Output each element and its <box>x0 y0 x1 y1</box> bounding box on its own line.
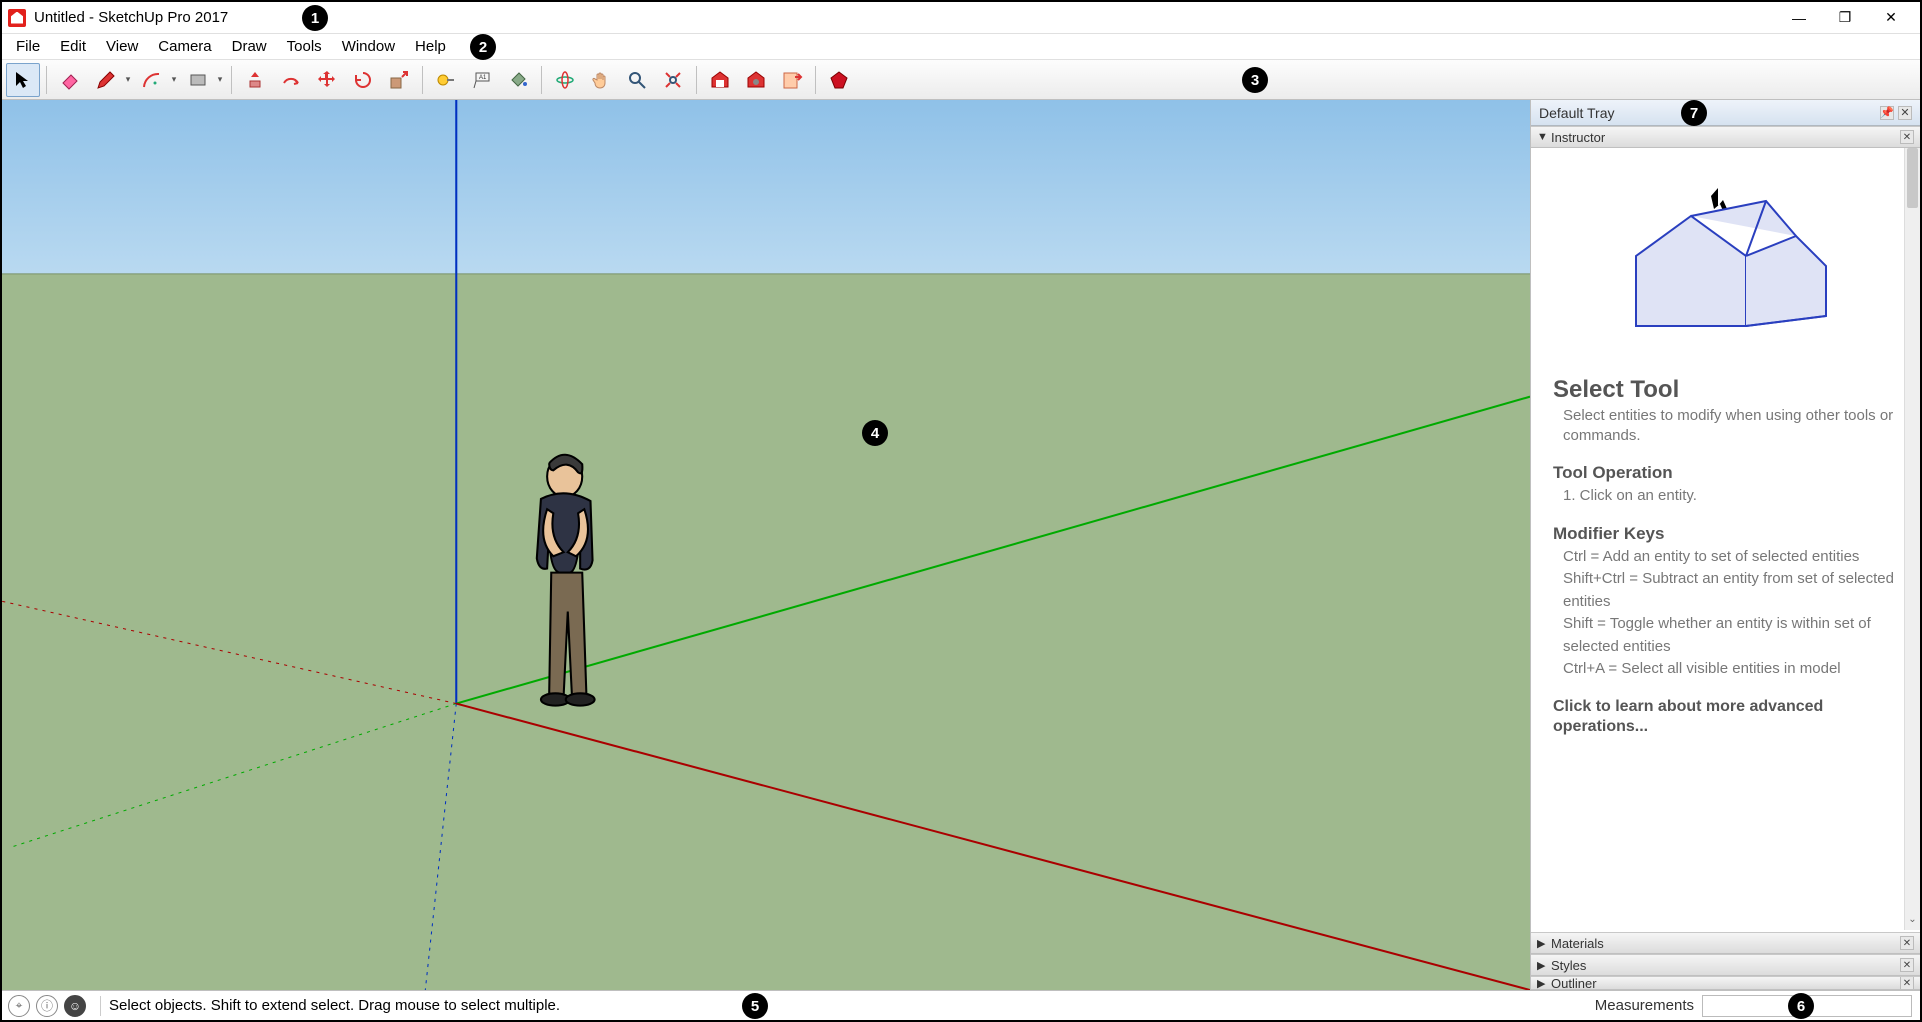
paint-bucket-tool[interactable] <box>501 63 535 97</box>
3d-warehouse-tool[interactable] <box>703 63 737 97</box>
status-bar: ⌖ ⓘ ☺ Select objects. Shift to extend se… <box>2 990 1920 1020</box>
styles-title: Styles <box>1551 958 1586 973</box>
materials-title: Materials <box>1551 936 1604 951</box>
rectangle-tool[interactable] <box>181 63 215 97</box>
app-icon <box>8 9 26 27</box>
scroll-down-icon[interactable]: ⌄ <box>1905 914 1920 930</box>
callout-2: 2 <box>470 34 496 60</box>
tray-pin-icon[interactable]: 📌 <box>1880 106 1894 120</box>
zoom-extents-tool[interactable] <box>656 63 690 97</box>
main-area: 4 Default Tray 📌 ✕ 7 ▼ Instructor ✕ <box>2 100 1920 990</box>
minimize-button[interactable]: — <box>1776 3 1822 33</box>
collapse-icon: ▼ <box>1537 131 1551 143</box>
instructor-heading: Select Tool <box>1553 376 1898 404</box>
pencil-dropdown[interactable]: ▾ <box>123 74 133 85</box>
menu-camera[interactable]: Camera <box>148 36 221 57</box>
menu-bar: File Edit View Camera Draw Tools Window … <box>2 34 1920 60</box>
outliner-close-icon[interactable]: ✕ <box>1900 976 1914 990</box>
styles-close-icon[interactable]: ✕ <box>1900 958 1914 972</box>
instructor-close-icon[interactable]: ✕ <box>1900 130 1914 144</box>
instructor-panel-body: Select Tool Select entities to modify wh… <box>1531 148 1920 932</box>
tray-scrollbar[interactable]: ⌄ <box>1904 148 1920 930</box>
styles-panel-header[interactable]: ▶ Styles ✕ <box>1531 954 1920 976</box>
menu-draw[interactable]: Draw <box>222 36 277 57</box>
expand-icon: ▶ <box>1537 959 1551 972</box>
learn-more-link[interactable]: Click to learn about more advanced opera… <box>1553 697 1898 739</box>
tray-header[interactable]: Default Tray 📌 ✕ <box>1531 100 1920 126</box>
menu-window[interactable]: Window <box>332 36 405 57</box>
status-hint: Select objects. Shift to extend select. … <box>109 997 560 1014</box>
outliner-panel-header[interactable]: ▶ Outliner ✕ <box>1531 976 1920 990</box>
zoom-tool[interactable] <box>620 63 654 97</box>
callout-3: 3 <box>1242 67 1268 93</box>
outliner-title: Outliner <box>1551 976 1597 990</box>
materials-close-icon[interactable]: ✕ <box>1900 936 1914 950</box>
menu-tools[interactable]: Tools <box>277 36 332 57</box>
maximize-button[interactable]: ❐ <box>1822 3 1868 33</box>
text-tool[interactable]: A1 <box>465 63 499 97</box>
svg-text:A1: A1 <box>479 75 487 81</box>
ruby-extension-tool[interactable] <box>822 63 856 97</box>
menu-help[interactable]: Help <box>405 36 456 57</box>
expand-icon: ▶ <box>1537 937 1551 950</box>
move-tool[interactable] <box>310 63 344 97</box>
arc-tool[interactable] <box>135 63 169 97</box>
credits-icon[interactable]: ⓘ <box>36 995 58 1017</box>
select-tool[interactable] <box>6 63 40 97</box>
measurements-input[interactable] <box>1702 995 1912 1017</box>
drawing-viewport[interactable]: 4 <box>2 100 1530 990</box>
tray-title: Default Tray <box>1539 105 1614 121</box>
scene-canvas <box>2 100 1530 990</box>
geolocation-icon[interactable]: ⌖ <box>8 995 30 1017</box>
send-to-layout-tool[interactable] <box>775 63 809 97</box>
modifier-keys-text: Ctrl = Add an entity to set of selected … <box>1563 546 1898 681</box>
instructor-panel-header[interactable]: ▼ Instructor ✕ <box>1531 126 1920 148</box>
window-title: Untitled - SketchUp Pro 2017 <box>34 9 228 26</box>
menu-edit[interactable]: Edit <box>50 36 96 57</box>
title-bar: Untitled - SketchUp Pro 2017 1 — ❐ ✕ <box>2 2 1920 34</box>
tray-close-icon[interactable]: ✕ <box>1898 106 1912 120</box>
eraser-tool[interactable] <box>53 63 87 97</box>
default-tray: Default Tray 📌 ✕ 7 ▼ Instructor ✕ <box>1530 100 1920 990</box>
arc-dropdown[interactable]: ▾ <box>169 74 179 85</box>
rotate-tool[interactable] <box>346 63 380 97</box>
extension-warehouse-tool[interactable] <box>739 63 773 97</box>
tool-operation-heading: Tool Operation <box>1553 463 1898 483</box>
tape-measure-tool[interactable] <box>429 63 463 97</box>
modifier-keys-heading: Modifier Keys <box>1553 524 1898 544</box>
scale-tool[interactable] <box>382 63 416 97</box>
materials-panel-header[interactable]: ▶ Materials ✕ <box>1531 932 1920 954</box>
close-button[interactable]: ✕ <box>1868 3 1914 33</box>
pencil-tool[interactable] <box>89 63 123 97</box>
expand-icon: ▶ <box>1537 977 1551 990</box>
instructor-illustration <box>1553 166 1898 366</box>
callout-1: 1 <box>302 5 328 31</box>
toolbar: ▾ ▾ ▾ A1 3 <box>2 60 1920 100</box>
person-icon[interactable]: ☺ <box>64 995 86 1017</box>
instructor-desc: Select entities to modify when using oth… <box>1563 406 1898 445</box>
push-pull-tool[interactable] <box>238 63 272 97</box>
offset-tool[interactable] <box>274 63 308 97</box>
pan-tool[interactable] <box>584 63 618 97</box>
instructor-title: Instructor <box>1551 130 1605 145</box>
callout-5: 5 <box>742 993 768 1019</box>
menu-view[interactable]: View <box>96 36 148 57</box>
rectangle-dropdown[interactable]: ▾ <box>215 74 225 85</box>
orbit-tool[interactable] <box>548 63 582 97</box>
menu-file[interactable]: File <box>6 36 50 57</box>
measurements-label: Measurements <box>1595 997 1694 1014</box>
tool-operation-text: 1. Click on an entity. <box>1563 485 1898 508</box>
scrollbar-thumb[interactable] <box>1907 148 1918 208</box>
